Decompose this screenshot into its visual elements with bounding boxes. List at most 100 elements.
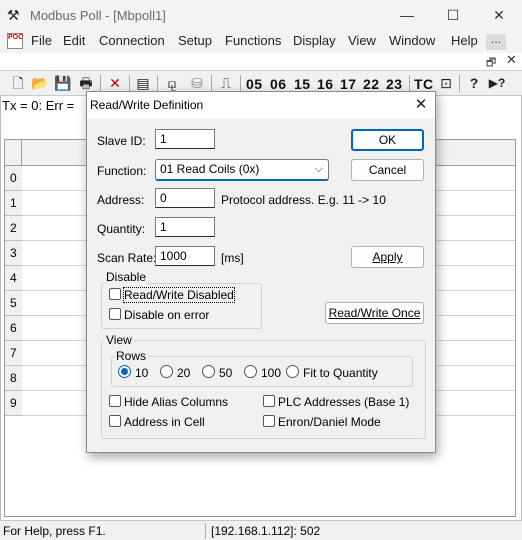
slave-id-input[interactable]: 1 xyxy=(155,129,215,149)
dialog-close-button[interactable]: ✕ xyxy=(409,94,433,116)
address-in-cell-checkbox[interactable] xyxy=(109,415,121,427)
apply-button-label: Apply xyxy=(372,250,403,264)
help-icon[interactable]: ? xyxy=(465,74,483,92)
menu-view[interactable]: View xyxy=(348,33,376,48)
disconnect-icon[interactable]: ✕ xyxy=(106,74,124,92)
minimize-button[interactable]: — xyxy=(384,0,430,31)
quantity-input[interactable]: 1 xyxy=(155,217,215,237)
pulse-icon[interactable]: ⎍ xyxy=(217,74,235,92)
rows-fit-label[interactable]: Fit to Quantity xyxy=(303,366,378,380)
row-header[interactable]: 7 xyxy=(5,341,22,366)
save-icon[interactable]: 💾 xyxy=(54,74,72,92)
rows-group-caption: Rows xyxy=(114,349,149,363)
rw-disabled-label[interactable]: Read/Write Disabled xyxy=(123,287,235,303)
rows-100-label[interactable]: 100 xyxy=(261,366,281,380)
function-label: Function: xyxy=(97,164,147,178)
row-header[interactable]: 8 xyxy=(5,366,22,391)
toolbar-separator xyxy=(100,75,101,92)
toolbar-separator xyxy=(129,75,130,92)
tx-err-status: Tx = 0: Err = xyxy=(2,98,75,113)
close-button[interactable]: ✕ xyxy=(476,0,522,31)
title-bar: ⚒ Modbus Poll - [Mbpoll1] — ☐ ✕ xyxy=(0,0,522,31)
disable-on-error-label[interactable]: Disable on error xyxy=(124,308,209,322)
apply-button[interactable]: Apply xyxy=(351,246,424,268)
rows-20-label[interactable]: 20 xyxy=(177,366,190,380)
menu-setup[interactable]: Setup xyxy=(178,33,212,48)
row-header[interactable]: 6 xyxy=(5,316,22,341)
read-write-once-button[interactable]: Read/Write Once xyxy=(325,302,424,324)
toolbar-separator xyxy=(459,75,460,92)
toolbar-separator xyxy=(240,75,241,92)
scan-rate-label: Scan Rate: xyxy=(97,251,157,265)
toolbar-separator xyxy=(157,75,158,92)
rows-fit-radio[interactable] xyxy=(286,365,299,378)
context-help-icon[interactable]: ▶? xyxy=(486,74,508,92)
menu-help[interactable]: Help xyxy=(451,33,478,48)
ok-button[interactable]: OK xyxy=(351,129,424,151)
row-header[interactable]: 0 xyxy=(5,166,22,191)
read-write-once-label: Read/Write Once xyxy=(328,306,421,320)
status-bar: For Help, press F1. [192.168.1.112]: 502 xyxy=(0,520,522,540)
menu-file[interactable]: File xyxy=(31,33,52,48)
menu-overflow-button[interactable]: … xyxy=(486,34,506,50)
scan-rate-input[interactable]: 1000 xyxy=(155,246,215,266)
row-header[interactable]: 1 xyxy=(5,191,22,216)
row-header[interactable]: 4 xyxy=(5,266,22,291)
open-icon[interactable]: 📂 xyxy=(31,74,49,92)
menu-functions[interactable]: Functions xyxy=(225,33,281,48)
toolbar-separator xyxy=(409,75,410,92)
grid-corner xyxy=(5,140,22,166)
new-icon[interactable]: 🗋 xyxy=(9,74,27,92)
menu-bar: POC File Edit Connection Setup Functions… xyxy=(0,31,522,53)
plc-addresses-label[interactable]: PLC Addresses (Base 1) xyxy=(278,395,409,409)
menu-window[interactable]: Window xyxy=(389,33,435,48)
mdi-close-icon[interactable]: ✕ xyxy=(506,52,517,68)
rows-10-label[interactable]: 10 xyxy=(135,366,148,380)
status-help-text: For Help, press F1. xyxy=(3,524,106,538)
plc-addresses-checkbox[interactable] xyxy=(263,395,275,407)
read-write-definition-dialog: Read/Write Definition ✕ Slave ID: 1 Func… xyxy=(86,91,436,453)
cancel-button[interactable]: Cancel xyxy=(351,159,424,181)
address-in-cell-label[interactable]: Address in Cell xyxy=(124,415,205,429)
address-input[interactable]: 0 xyxy=(155,188,215,208)
disable-group-caption: Disable xyxy=(104,270,149,284)
function-select-value: 01 Read Coils (0x) xyxy=(160,162,260,176)
row-header[interactable]: 3 xyxy=(5,241,22,266)
chevron-down-icon: ⌵ xyxy=(314,163,323,175)
row-header[interactable]: 2 xyxy=(5,216,22,241)
zoom-icon[interactable]: ⊡ xyxy=(437,74,455,92)
rows-10-radio[interactable] xyxy=(118,365,131,378)
maximize-button[interactable]: ☐ xyxy=(430,0,476,31)
slave-id-label: Slave ID: xyxy=(97,134,146,148)
address-hint: Protocol address. E.g. 11 -> 10 xyxy=(221,193,386,207)
menu-display[interactable]: Display xyxy=(293,33,336,48)
function-select[interactable]: 01 Read Coils (0x) ⌵ xyxy=(155,159,329,181)
rows-100-radio[interactable] xyxy=(244,365,257,378)
enron-daniel-label[interactable]: Enron/Daniel Mode xyxy=(278,415,381,429)
print-icon[interactable]: 🖶 xyxy=(77,74,95,92)
window-icon[interactable]: ▤ xyxy=(134,74,152,92)
rows-20-radio[interactable] xyxy=(160,365,173,378)
menu-connection[interactable]: Connection xyxy=(99,33,165,48)
quantity-label: Quantity: xyxy=(97,222,146,236)
view-group-caption: View xyxy=(104,333,134,347)
device-icon[interactable]: ⛁ xyxy=(188,74,206,92)
app-icon[interactable]: ⚒ xyxy=(7,7,23,23)
address-label: Address: xyxy=(97,193,145,207)
dialog-title-bar: Read/Write Definition ✕ xyxy=(87,92,435,118)
row-header[interactable]: 9 xyxy=(5,391,22,416)
hide-alias-checkbox[interactable] xyxy=(109,395,121,407)
toolbar-separator xyxy=(211,75,212,92)
rows-50-label[interactable]: 50 xyxy=(219,366,232,380)
connect-icon[interactable]: ⚼ xyxy=(163,74,181,92)
document-icon[interactable]: POC xyxy=(7,33,23,49)
menu-edit[interactable]: Edit xyxy=(63,33,85,48)
row-header[interactable]: 5 xyxy=(5,291,22,316)
hide-alias-label[interactable]: Hide Alias Columns xyxy=(124,395,228,409)
disable-on-error-checkbox[interactable] xyxy=(109,308,121,320)
status-connection: [192.168.1.112]: 502 xyxy=(211,524,321,538)
enron-daniel-checkbox[interactable] xyxy=(263,415,275,427)
rows-50-radio[interactable] xyxy=(202,365,215,378)
status-separator xyxy=(205,523,206,539)
rw-disabled-checkbox[interactable] xyxy=(109,288,121,300)
